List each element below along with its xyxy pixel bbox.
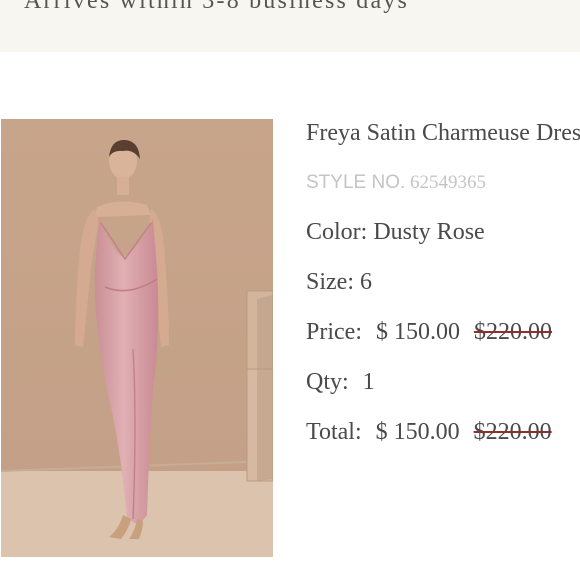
- price-original: $220.00: [473, 319, 552, 345]
- product-image[interactable]: [1, 119, 273, 557]
- color-line: Color: Dusty Rose: [306, 219, 485, 246]
- total-original: $220.00: [473, 419, 552, 445]
- qty-value: 1: [362, 369, 375, 395]
- price-label: Price:: [306, 319, 362, 345]
- color-label: Color:: [306, 219, 368, 245]
- total-sale: $ 150.00: [375, 419, 460, 445]
- style-number: 62549365: [410, 172, 486, 193]
- total-line: Total: $ 150.00 $220.00: [306, 419, 552, 446]
- price-line: Price: $ 150.00 $220.00: [306, 319, 552, 346]
- size-label: Size:: [306, 269, 354, 295]
- color-value: Dusty Rose: [373, 219, 485, 245]
- price-sale: $ 150.00: [375, 319, 460, 345]
- qty-label: Qty:: [306, 369, 349, 395]
- total-label: Total:: [306, 419, 362, 445]
- size-line: Size: 6: [306, 269, 372, 296]
- product-details: Freya Satin Charmeuse Dress STYLE NO. 62…: [306, 0, 580, 580]
- qty-line: Qty: 1: [306, 369, 375, 396]
- style-label: STYLE NO.: [306, 172, 406, 193]
- size-value: 6: [360, 269, 372, 295]
- style-number-line: STYLE NO. 62549365: [306, 172, 486, 194]
- product-title[interactable]: Freya Satin Charmeuse Dress: [306, 120, 580, 147]
